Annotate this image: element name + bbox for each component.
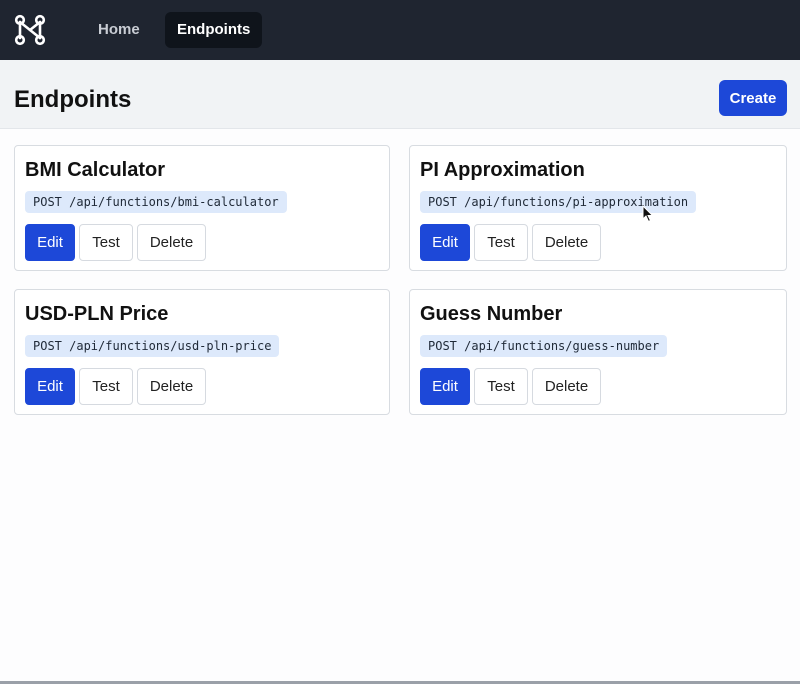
endpoint-path: POST /api/functions/usd-pln-price bbox=[25, 335, 280, 357]
endpoint-path: POST /api/functions/bmi-calculator bbox=[25, 191, 287, 213]
test-button[interactable]: Test bbox=[79, 368, 133, 405]
card-title: BMI Calculator bbox=[25, 159, 166, 181]
page-header: Endpoints Create bbox=[0, 60, 800, 129]
top-navbar: Home Endpoints bbox=[0, 0, 800, 60]
create-button[interactable]: Create bbox=[719, 80, 787, 116]
endpoint-card-pi-approximation: PI Approximation POST /api/functions/pi-… bbox=[409, 145, 787, 271]
endpoint-card-guess-number: Guess Number POST /api/functions/guess-n… bbox=[409, 289, 787, 415]
endpoint-card-bmi-calculator: BMI Calculator POST /api/functions/bmi-c… bbox=[14, 145, 390, 271]
card-title: USD-PLN Price bbox=[25, 303, 169, 325]
page-title: Endpoints bbox=[14, 86, 132, 113]
delete-button[interactable]: Delete bbox=[532, 224, 601, 261]
nav-endpoints-link[interactable]: Endpoints bbox=[165, 12, 263, 48]
edit-button[interactable]: Edit bbox=[420, 224, 470, 261]
node-graph-logo-icon[interactable] bbox=[14, 14, 46, 46]
endpoint-path: POST /api/functions/guess-number bbox=[420, 335, 668, 357]
test-button[interactable]: Test bbox=[474, 224, 528, 261]
endpoint-card-usd-pln-price: USD-PLN Price POST /api/functions/usd-pl… bbox=[14, 289, 390, 415]
endpoint-path: POST /api/functions/pi-approximation bbox=[420, 191, 697, 213]
nav-home-link[interactable]: Home bbox=[86, 12, 152, 48]
edit-button[interactable]: Edit bbox=[25, 368, 75, 405]
mouse-pointer-icon bbox=[642, 205, 654, 223]
test-button[interactable]: Test bbox=[474, 368, 528, 405]
test-button[interactable]: Test bbox=[79, 224, 133, 261]
card-title: Guess Number bbox=[420, 303, 563, 325]
card-title: PI Approximation bbox=[420, 159, 585, 181]
edit-button[interactable]: Edit bbox=[420, 368, 470, 405]
edit-button[interactable]: Edit bbox=[25, 224, 75, 261]
delete-button[interactable]: Delete bbox=[137, 368, 206, 405]
delete-button[interactable]: Delete bbox=[532, 368, 601, 405]
delete-button[interactable]: Delete bbox=[137, 224, 206, 261]
